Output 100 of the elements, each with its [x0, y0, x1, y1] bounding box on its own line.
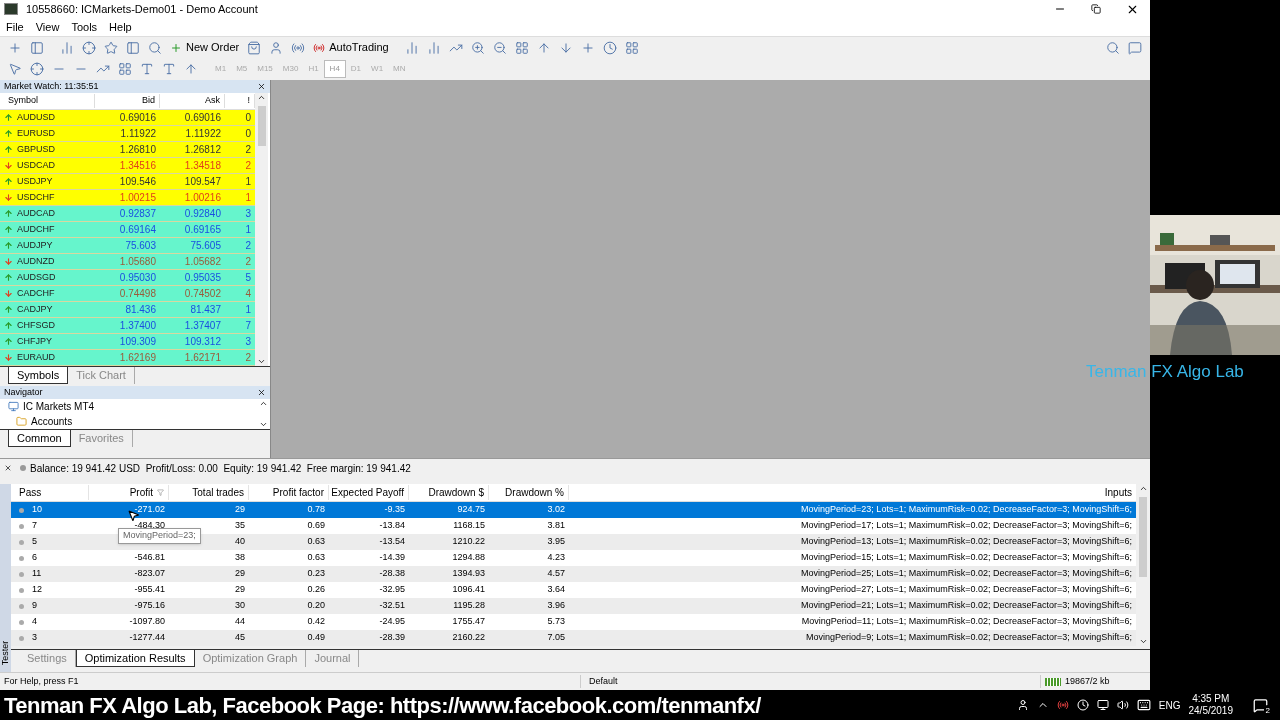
menu-item[interactable]: Help: [103, 18, 138, 36]
notification-button[interactable]: 2: [1253, 697, 1268, 713]
bid-cell: 1.62169: [119, 352, 156, 363]
table-cell: -546.81: [134, 551, 165, 565]
quote-row[interactable]: AUDNZD 1.05680 1.05682 2: [0, 254, 255, 270]
spread-cell: 4: [245, 288, 251, 299]
scroll-down-icon[interactable]: [257, 357, 266, 366]
column-header[interactable]: Drawdown %: [489, 485, 569, 500]
symbol-cell-text: AUDCHF: [17, 222, 55, 236]
table-cell: MovingPeriod=11; Lots=1; MaximumRisk=0.02; DecreaseFactor=3; MovingShift=6;: [801, 615, 1132, 629]
autotrading-button[interactable]: AutoTrading: [309, 37, 393, 58]
tab[interactable]: Common: [8, 430, 71, 447]
new-order-button[interactable]: New Order: [166, 37, 244, 58]
quote-row[interactable]: AUDCHF 0.69164 0.69165 1: [0, 222, 255, 238]
quote-row[interactable]: USDCHF 1.00215 1.00216 1: [0, 190, 255, 206]
scroll-up-icon[interactable]: [259, 399, 268, 408]
table-cell: 0.63: [307, 551, 325, 565]
tree-item[interactable]: IC Markets MT4: [8, 399, 257, 414]
table-cell: 44: [235, 615, 245, 629]
menu-item[interactable]: File: [0, 18, 30, 36]
column-header[interactable]: Ask: [160, 94, 225, 108]
tab[interactable]: Symbols: [8, 367, 69, 384]
scroll-up-icon[interactable]: [1138, 484, 1148, 493]
table-cell: 1168.15: [453, 519, 485, 533]
table-cell: 0.69: [307, 519, 325, 533]
quote-row[interactable]: AUDCAD 0.92837 0.92840 3: [0, 206, 255, 222]
symbol-cell-text: CADCHF: [17, 286, 55, 300]
quote-row[interactable]: GBPUSD 1.26810 1.26812 2: [0, 142, 255, 158]
quote-row[interactable]: AUDJPY 75.603 75.605 2: [0, 238, 255, 254]
panel-title: Market Watch: 11:35:51: [4, 79, 99, 93]
result-row[interactable]: 3 -1277.44 45 0.49 -28.39 2160.22 7.05 MovingPeriod=9; Lots=1; MaximumRisk=0.02; DecreaseFactor=3; MovingShift=6;: [11, 630, 1136, 646]
close-icon[interactable]: [257, 82, 266, 91]
result-row[interactable]: 9 -975.16 30 0.20 -32.51 1195.28 3.96 MovingPeriod=21; Lots=1; MaximumRisk=0.02; DecreaseFactor=3; MovingShift=6;: [11, 598, 1136, 614]
menu-item[interactable]: Tools: [65, 18, 104, 36]
ask-cell: 1.37407: [184, 320, 221, 331]
table-cell: 5.73: [547, 615, 565, 629]
bid-cell: 0.69164: [119, 224, 156, 235]
bid-cell: 0.74498: [119, 288, 156, 299]
table-cell: 12: [32, 583, 42, 597]
table-cell: MovingPeriod=17; Lots=1; MaximumRisk=0.02; DecreaseFactor=3; MovingShift=6;: [801, 519, 1132, 533]
record-icon[interactable]: [1056, 699, 1069, 711]
scroll-up-icon[interactable]: [257, 93, 266, 102]
keyboard-icon[interactable]: [1136, 698, 1151, 712]
table-cell: 2160.22: [452, 631, 485, 645]
scroll-thumb[interactable]: [257, 106, 266, 146]
quote-row[interactable]: USDCAD 1.34516 1.34518 2: [0, 158, 255, 174]
scroll-down-icon[interactable]: [1138, 637, 1148, 646]
close-icon[interactable]: [4, 464, 12, 472]
table-cell: 35: [235, 519, 245, 533]
column-header[interactable]: Profit factor: [249, 485, 329, 500]
clock[interactable]: 4:35 PM 24/5/2019: [1188, 693, 1233, 717]
column-header[interactable]: Expected Payoff: [329, 485, 409, 500]
column-header[interactable]: Symbol: [0, 94, 95, 108]
table-cell: -32.95: [379, 583, 405, 597]
column-header[interactable]: Profit: [89, 485, 169, 500]
quote-row[interactable]: CHFJPY 109.309 109.312 3: [0, 334, 255, 350]
table-cell: 6: [32, 551, 37, 565]
column-header[interactable]: Bid: [95, 94, 160, 108]
quote-row[interactable]: AUDSGD 0.95030 0.95035 5: [0, 270, 255, 286]
tab[interactable]: Optimization Results: [75, 650, 195, 667]
quote-row[interactable]: USDJPY 109.546 109.547 1: [0, 174, 255, 190]
bid-cell: 1.26810: [119, 144, 156, 155]
ask-cell: 1.34518: [184, 160, 221, 171]
spread-cell: 2: [245, 352, 251, 363]
scroll-down-icon[interactable]: [259, 420, 268, 429]
tree-item[interactable]: Accounts: [8, 414, 257, 429]
column-header[interactable]: Total trades: [169, 485, 249, 500]
panel-title: Navigator: [4, 385, 43, 399]
menu-item[interactable]: View: [29, 18, 66, 36]
table-cell: 1096.41: [452, 583, 485, 597]
result-row[interactable]: 10 -271.02 29 0.78 -9.35 924.75 3.02 MovingPeriod=23; Lots=1; MaximumRisk=0.02; DecreaseFactor=3; MovingShift=6;: [11, 502, 1136, 518]
tester-side-tab[interactable]: Tester: [0, 484, 11, 672]
table-cell: 3: [32, 631, 37, 645]
quote-row[interactable]: EURUSD 1.11922 1.11922 0: [0, 126, 255, 142]
column-header[interactable]: Pass: [11, 485, 89, 500]
spread-cell: 2: [245, 144, 251, 155]
quote-row[interactable]: EURAUD 1.62169 1.62171 2: [0, 350, 255, 366]
table-cell-text: -484.30: [134, 519, 165, 531]
column-header[interactable]: Inputs: [569, 485, 1136, 500]
volume-icon[interactable]: [1116, 699, 1129, 711]
table-cell: MovingPeriod=13; Lots=1; MaximumRisk=0.02; DecreaseFactor=3; MovingShift=6;: [801, 535, 1132, 549]
table-cell: MovingPeriod=25; Lots=1; MaximumRisk=0.02; DecreaseFactor=3; MovingShift=6;: [801, 567, 1132, 581]
scrollbar[interactable]: [1136, 484, 1150, 646]
quote-row[interactable]: CADCHF 0.74498 0.74502 4: [0, 286, 255, 302]
scroll-thumb[interactable]: [1139, 497, 1147, 577]
restore-icon[interactable]: [1091, 4, 1101, 14]
close-icon[interactable]: [257, 388, 266, 397]
scrollbar[interactable]: [255, 93, 268, 366]
quote-row[interactable]: CHFSGD 1.37400 1.37407 7: [0, 318, 255, 334]
column-header[interactable]: Drawdown $: [409, 485, 489, 500]
language-indicator[interactable]: ENG: [1158, 697, 1181, 713]
table-cell: 924.75: [457, 503, 485, 517]
people-icon[interactable]: [1016, 699, 1029, 711]
ask-cell: 0.69016: [184, 112, 221, 123]
quote-row[interactable]: AUDUSD 0.69016 0.69016 0: [0, 110, 255, 126]
bid-cell: 1.11922: [120, 128, 156, 139]
quote-row[interactable]: CADJPY 81.436 81.437 1: [0, 302, 255, 318]
result-row[interactable]: 11 -823.07 29 0.23 -28.38 1394.93 4.57 MovingPeriod=25; Lots=1; MaximumRisk=0.02; DecreaseFactor=3; MovingShift=6;: [11, 566, 1136, 582]
table-cell: -823.07: [134, 567, 165, 581]
spread-cell: 1: [245, 304, 251, 315]
